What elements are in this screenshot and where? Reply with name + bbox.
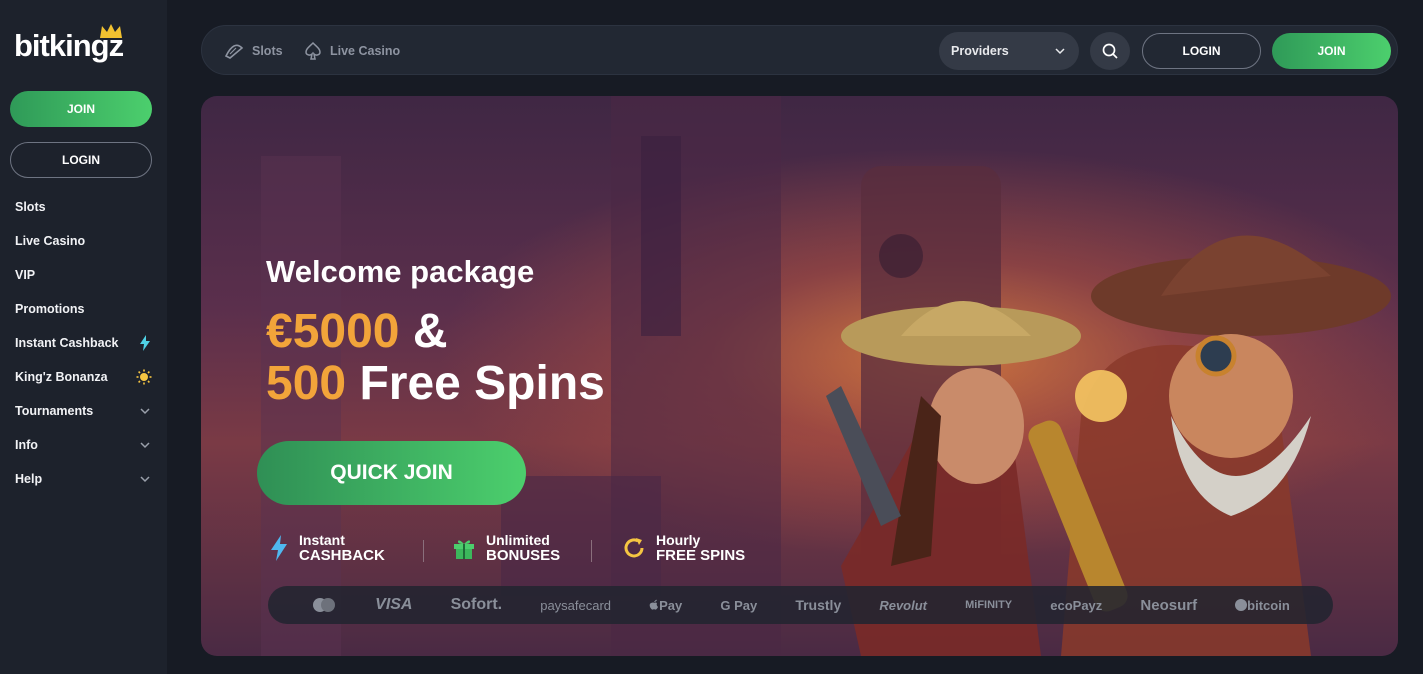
spade-icon bbox=[305, 42, 321, 60]
sidebar-item-vip[interactable]: VIP bbox=[0, 258, 167, 292]
sun-icon bbox=[136, 369, 152, 385]
sidebar-item-help[interactable]: Help bbox=[0, 462, 167, 496]
refresh-icon bbox=[624, 538, 644, 558]
payment-mifinity: MiFINITY bbox=[965, 599, 1013, 611]
gift-icon bbox=[454, 540, 474, 559]
payment-bitcoin: bitcoin bbox=[1235, 598, 1290, 613]
sidebar-item-info[interactable]: Info bbox=[0, 428, 167, 462]
search-icon bbox=[1102, 43, 1118, 59]
sidebar-login-button[interactable]: LOGIN bbox=[10, 142, 152, 178]
sidebar-item-label: Info bbox=[15, 438, 38, 452]
hero-offer: €5000 & 500 Free Spins bbox=[266, 306, 605, 410]
sidebar-nav: Slots Live Casino VIP Promotions Instant… bbox=[0, 190, 167, 496]
feature-divider bbox=[423, 540, 424, 562]
feature-line1: Hourly bbox=[656, 532, 701, 548]
sidebar-item-label: Help bbox=[15, 472, 43, 486]
hero-spins-count: 500 bbox=[266, 357, 347, 410]
topbar-link-slots[interactable]: Slots bbox=[224, 26, 283, 76]
chevron-down-icon bbox=[140, 408, 150, 415]
hero-ampersand: & bbox=[412, 305, 448, 358]
topbar-link-live-casino[interactable]: Live Casino bbox=[304, 26, 400, 76]
payment-google-pay: G Pay bbox=[720, 597, 758, 613]
feature-instant-cashback: Instant CASHBACK bbox=[269, 532, 385, 564]
quick-join-button[interactable]: QUICK JOIN bbox=[257, 441, 526, 505]
feature-line2: CASHBACK bbox=[299, 547, 385, 564]
feature-unlimited-bonuses: Unlimited BONUSES bbox=[452, 532, 560, 564]
payment-methods-bar: VISA Sofort. paysafecard Pay G Pay Trust… bbox=[268, 586, 1333, 624]
bitcoin-label: bitcoin bbox=[1247, 597, 1290, 613]
providers-dropdown[interactable]: Providers bbox=[939, 32, 1079, 70]
sidebar-item-label: Tournaments bbox=[15, 404, 94, 418]
chevron-down-icon bbox=[1055, 48, 1065, 55]
sidebar-item-label: Instant Cashback bbox=[15, 336, 119, 350]
melon-icon bbox=[224, 44, 244, 59]
hero-spins-label: Free Spins bbox=[359, 357, 605, 410]
feature-line2: FREE SPINS bbox=[656, 547, 746, 564]
providers-label: Providers bbox=[951, 44, 1009, 58]
payment-ecopayz: ecoPayz bbox=[1050, 597, 1103, 613]
chevron-down-icon bbox=[140, 442, 150, 449]
top-navigation-bar: Slots Live Casino Providers LOGIN JOIN bbox=[201, 25, 1398, 75]
sidebar-item-promotions[interactable]: Promotions bbox=[0, 292, 167, 326]
brand-logo[interactable]: bitkingz bbox=[14, 24, 124, 64]
hero-banner: Welcome package €5000 & 500 Free Spins Q… bbox=[201, 96, 1398, 656]
search-button[interactable] bbox=[1090, 32, 1130, 70]
sidebar-item-label: Live Casino bbox=[15, 234, 86, 248]
feature-hourly-free-spins: Hourly FREE SPINS bbox=[622, 532, 745, 564]
topbar-join-button[interactable]: JOIN bbox=[1272, 33, 1391, 69]
feature-line1: Unlimited bbox=[486, 532, 550, 548]
sidebar-join-button[interactable]: JOIN bbox=[10, 91, 152, 127]
hero-title: Welcome package bbox=[266, 254, 535, 289]
mastercard-icon bbox=[313, 598, 336, 612]
payment-revolut: Revolut bbox=[879, 597, 927, 613]
sidebar-item-label: VIP bbox=[15, 268, 36, 282]
sidebar-item-label: Slots bbox=[15, 200, 46, 214]
payment-neosurf: Neosurf bbox=[1140, 596, 1198, 614]
payment-trustly: Trustly bbox=[795, 597, 842, 613]
feature-line1: Instant bbox=[299, 532, 345, 548]
feature-divider bbox=[591, 540, 592, 562]
topbar-login-button[interactable]: LOGIN bbox=[1142, 33, 1261, 69]
sidebar-item-slots[interactable]: Slots bbox=[0, 190, 167, 224]
sidebar: bitkingz JOIN LOGIN Slots Live Casino VI… bbox=[0, 0, 167, 674]
sidebar-item-instant-cashback[interactable]: Instant Cashback bbox=[0, 326, 167, 360]
feature-line2: BONUSES bbox=[486, 547, 561, 564]
apple-pay-label: Pay bbox=[659, 597, 683, 613]
sidebar-item-label: King'z Bonanza bbox=[15, 370, 108, 384]
topbar-slots-label: Slots bbox=[252, 44, 283, 58]
crown-icon bbox=[100, 24, 122, 38]
payment-sofort: Sofort. bbox=[450, 596, 503, 613]
sidebar-item-kingz-bonanza[interactable]: King'z Bonanza bbox=[0, 360, 167, 394]
payment-apple-pay: Pay bbox=[649, 598, 682, 613]
sidebar-item-label: Promotions bbox=[15, 302, 85, 316]
payment-visa: VISA bbox=[375, 596, 413, 613]
hero-bonus-amount: €5000 bbox=[266, 305, 400, 358]
lightning-icon bbox=[140, 335, 150, 351]
sidebar-item-tournaments[interactable]: Tournaments bbox=[0, 394, 167, 428]
topbar-live-casino-label: Live Casino bbox=[330, 44, 401, 58]
bitcoin-icon bbox=[1235, 598, 1248, 611]
payment-paysafecard: paysafecard bbox=[540, 597, 612, 613]
lightning-icon bbox=[271, 535, 287, 561]
apple-icon bbox=[649, 599, 659, 610]
sidebar-item-live-casino[interactable]: Live Casino bbox=[0, 224, 167, 258]
chevron-down-icon bbox=[140, 476, 150, 483]
